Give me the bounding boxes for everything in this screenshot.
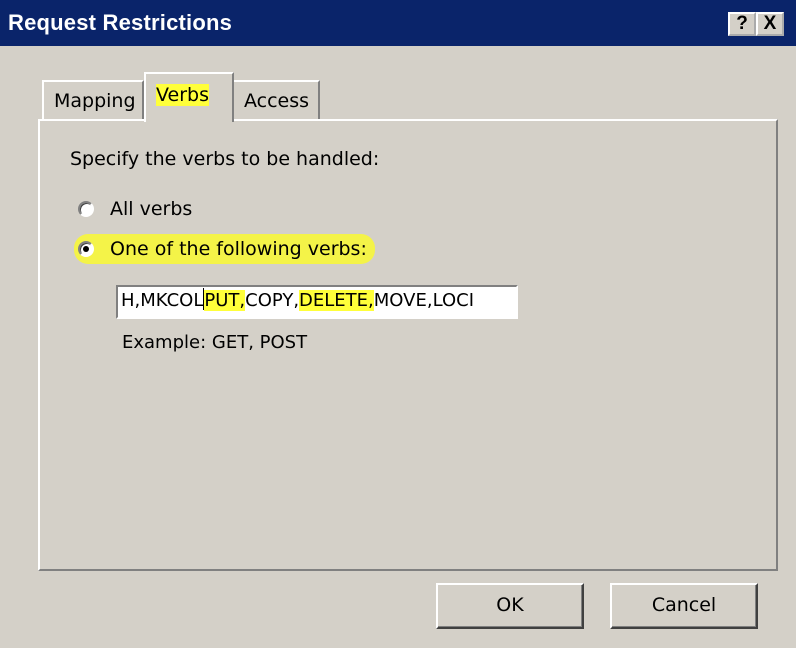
- radio-dot-icon: [83, 246, 89, 252]
- verbs-text-before: H,MKCOL: [121, 290, 204, 311]
- radio-unchecked-icon[interactable]: [78, 201, 94, 217]
- example-text: Example: GET, POST: [122, 332, 308, 353]
- verbs-text-after: MOVE,LOCI: [373, 290, 475, 311]
- radio-checked-icon[interactable]: [78, 241, 94, 257]
- help-icon: ?: [736, 13, 748, 34]
- verbs-highlight-put: PUT,: [204, 290, 246, 311]
- close-button[interactable]: X: [756, 12, 784, 36]
- tab-access[interactable]: Access: [232, 80, 320, 120]
- tab-verbs-label: Verbs: [156, 84, 209, 106]
- radio-one-of-verbs-label: One of the following verbs:: [110, 238, 367, 260]
- cancel-button[interactable]: Cancel: [610, 583, 758, 629]
- ok-button[interactable]: OK: [436, 583, 584, 629]
- verbs-highlight-delete: DELETE,: [299, 290, 374, 311]
- close-icon: X: [763, 13, 777, 34]
- tab-access-label: Access: [244, 90, 310, 112]
- tab-mapping[interactable]: Mapping: [42, 80, 144, 120]
- tab-mapping-label: Mapping: [54, 90, 136, 112]
- window-title: Request Restrictions: [8, 10, 233, 35]
- verbs-input[interactable]: H,MKCOLPUT,COPY,DELETE,MOVE,LOCI: [116, 285, 518, 319]
- radio-all-verbs-label: All verbs: [110, 198, 193, 220]
- title-bar: Request Restrictions ? X: [0, 0, 796, 46]
- help-button[interactable]: ?: [728, 12, 756, 36]
- instruction-label: Specify the verbs to be handled:: [70, 148, 380, 170]
- verbs-text-mid: COPY,: [245, 290, 300, 311]
- radio-all-verbs[interactable]: All verbs: [78, 198, 192, 220]
- tab-verbs[interactable]: Verbs: [144, 72, 234, 122]
- radio-one-of-verbs[interactable]: One of the following verbs:: [74, 234, 375, 264]
